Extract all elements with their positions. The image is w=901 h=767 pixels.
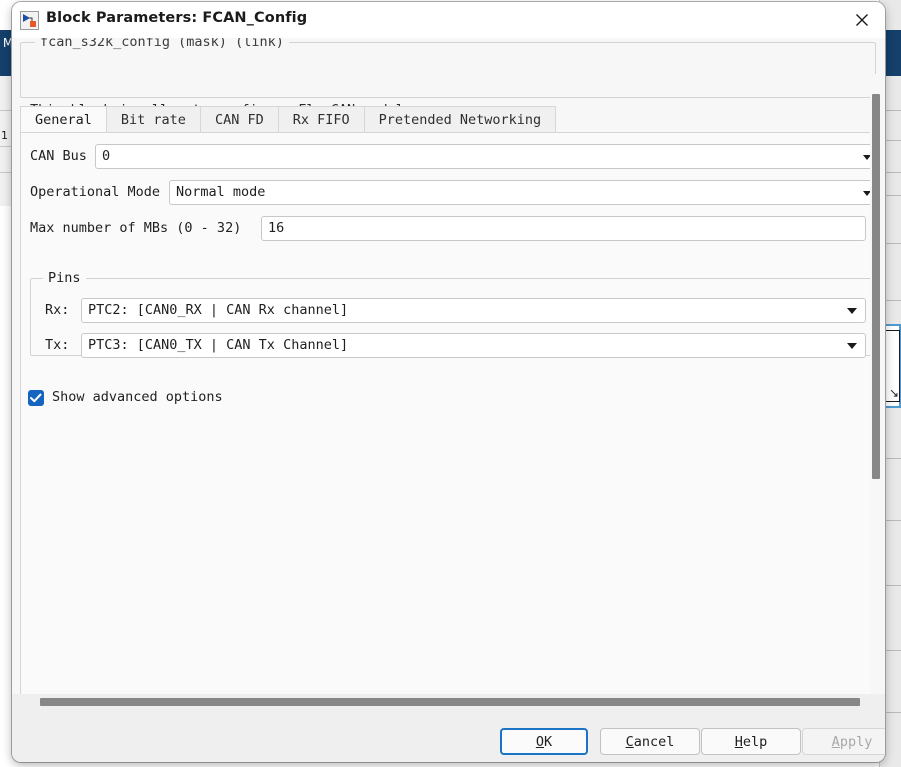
tx-pin-label: Tx: (45, 337, 69, 353)
simulink-block-icon (20, 11, 39, 30)
chevron-down-icon (847, 308, 857, 314)
rx-pin-label: Rx: (45, 302, 69, 318)
close-icon[interactable] (839, 2, 885, 38)
block-description-legend: fcan_s32k_config (mask) (link) (35, 38, 289, 50)
rx-pin-value: PTC2: [CAN0_RX | CAN Rx channel] (88, 302, 348, 318)
apply-label-rest: pply (840, 734, 873, 750)
cancel-button[interactable]: Cancel (600, 728, 700, 755)
apply-button: Apply (802, 728, 885, 755)
tab-pretended-networking[interactable]: Pretended Networking (365, 106, 557, 133)
tab-bar: General Bit rate CAN FD Rx FIFO Pretende… (20, 106, 876, 133)
operational-mode-dropdown[interactable]: Normal mode (169, 180, 875, 205)
row-rx-pin: Rx: PTC2: [CAN0_RX | CAN Rx channel] (31, 298, 876, 324)
row-tx-pin: Tx: PTC3: [CAN0_TX | CAN Tx Channel] (31, 333, 876, 359)
tab-can-fd[interactable]: CAN FD (201, 106, 279, 133)
row-can-bus: CAN Bus 0 (21, 144, 875, 170)
dialog-body: fcan_s32k_config (mask) (link) This bloc… (12, 38, 885, 710)
tab-label: General (35, 112, 92, 128)
screen: M 1 ↘ (0, 0, 901, 767)
pins-legend: Pins (43, 270, 86, 286)
tab-label: Pretended Networking (379, 112, 542, 128)
max-mbs-value: 16 (268, 220, 284, 236)
block-parameters-dialog: Block Parameters: FCAN_Config fcan_s32k_… (12, 2, 885, 762)
tab-label: CAN FD (215, 112, 264, 128)
operational-mode-value: Normal mode (176, 184, 265, 200)
rx-pin-dropdown[interactable]: PTC2: [CAN0_RX | CAN Rx channel] (81, 298, 866, 323)
max-mbs-label: Max number of MBs (0 - 32) (30, 220, 241, 236)
horizontal-scrollbar-thumb[interactable] (40, 698, 860, 706)
dialog-title: Block Parameters: FCAN_Config (46, 10, 307, 26)
vertical-scrollbar-track[interactable] (870, 74, 884, 710)
show-advanced-options-label: Show advanced options (52, 389, 223, 405)
help-mnemonic: H (735, 734, 743, 750)
pins-group: Pins Rx: PTC2: [CAN0_RX | CAN Rx channel… (30, 278, 876, 356)
background-block-glyph: ↘ (889, 386, 899, 400)
ok-mnemonic: O (536, 734, 544, 750)
cancel-label-rest: ancel (634, 734, 675, 750)
help-label-rest: elp (743, 734, 767, 750)
row-operational-mode: Operational Mode Normal mode (21, 180, 875, 206)
ok-button[interactable]: OK (500, 728, 588, 755)
checkbox-checked-icon (28, 390, 44, 406)
dialog-footer: OK Cancel Help Apply (12, 710, 885, 762)
tab-bit-rate[interactable]: Bit rate (107, 106, 201, 133)
dialog-titlebar: Block Parameters: FCAN_Config (12, 2, 885, 38)
max-mbs-input[interactable]: 16 (261, 216, 866, 241)
help-button[interactable]: Help (701, 728, 801, 755)
block-description-group: fcan_s32k_config (mask) (link) (20, 42, 876, 98)
apply-mnemonic: A (832, 734, 840, 750)
tx-pin-value: PTC3: [CAN0_TX | CAN Tx Channel] (88, 337, 348, 353)
chevron-down-icon (847, 343, 857, 349)
tab-label: Rx FIFO (293, 112, 350, 128)
cancel-mnemonic: C (626, 734, 634, 750)
can-bus-dropdown[interactable]: 0 (95, 144, 875, 169)
tab-label: Bit rate (121, 112, 186, 128)
ok-label-rest: K (544, 734, 552, 750)
row-max-mbs: Max number of MBs (0 - 32) 16 (21, 216, 875, 242)
general-tab-panel: CAN Bus 0 Operational Mode Normal mode (20, 133, 876, 710)
operational-mode-label: Operational Mode (30, 184, 160, 200)
vertical-scrollbar-thumb[interactable] (872, 94, 880, 479)
tab-general[interactable]: General (20, 106, 107, 133)
can-bus-label: CAN Bus (30, 148, 87, 164)
can-bus-value: 0 (102, 148, 110, 164)
tx-pin-dropdown[interactable]: PTC3: [CAN0_TX | CAN Tx Channel] (81, 333, 866, 358)
horizontal-scrollbar-track[interactable] (12, 694, 885, 710)
tab-rx-fifo[interactable]: Rx FIFO (279, 106, 365, 133)
